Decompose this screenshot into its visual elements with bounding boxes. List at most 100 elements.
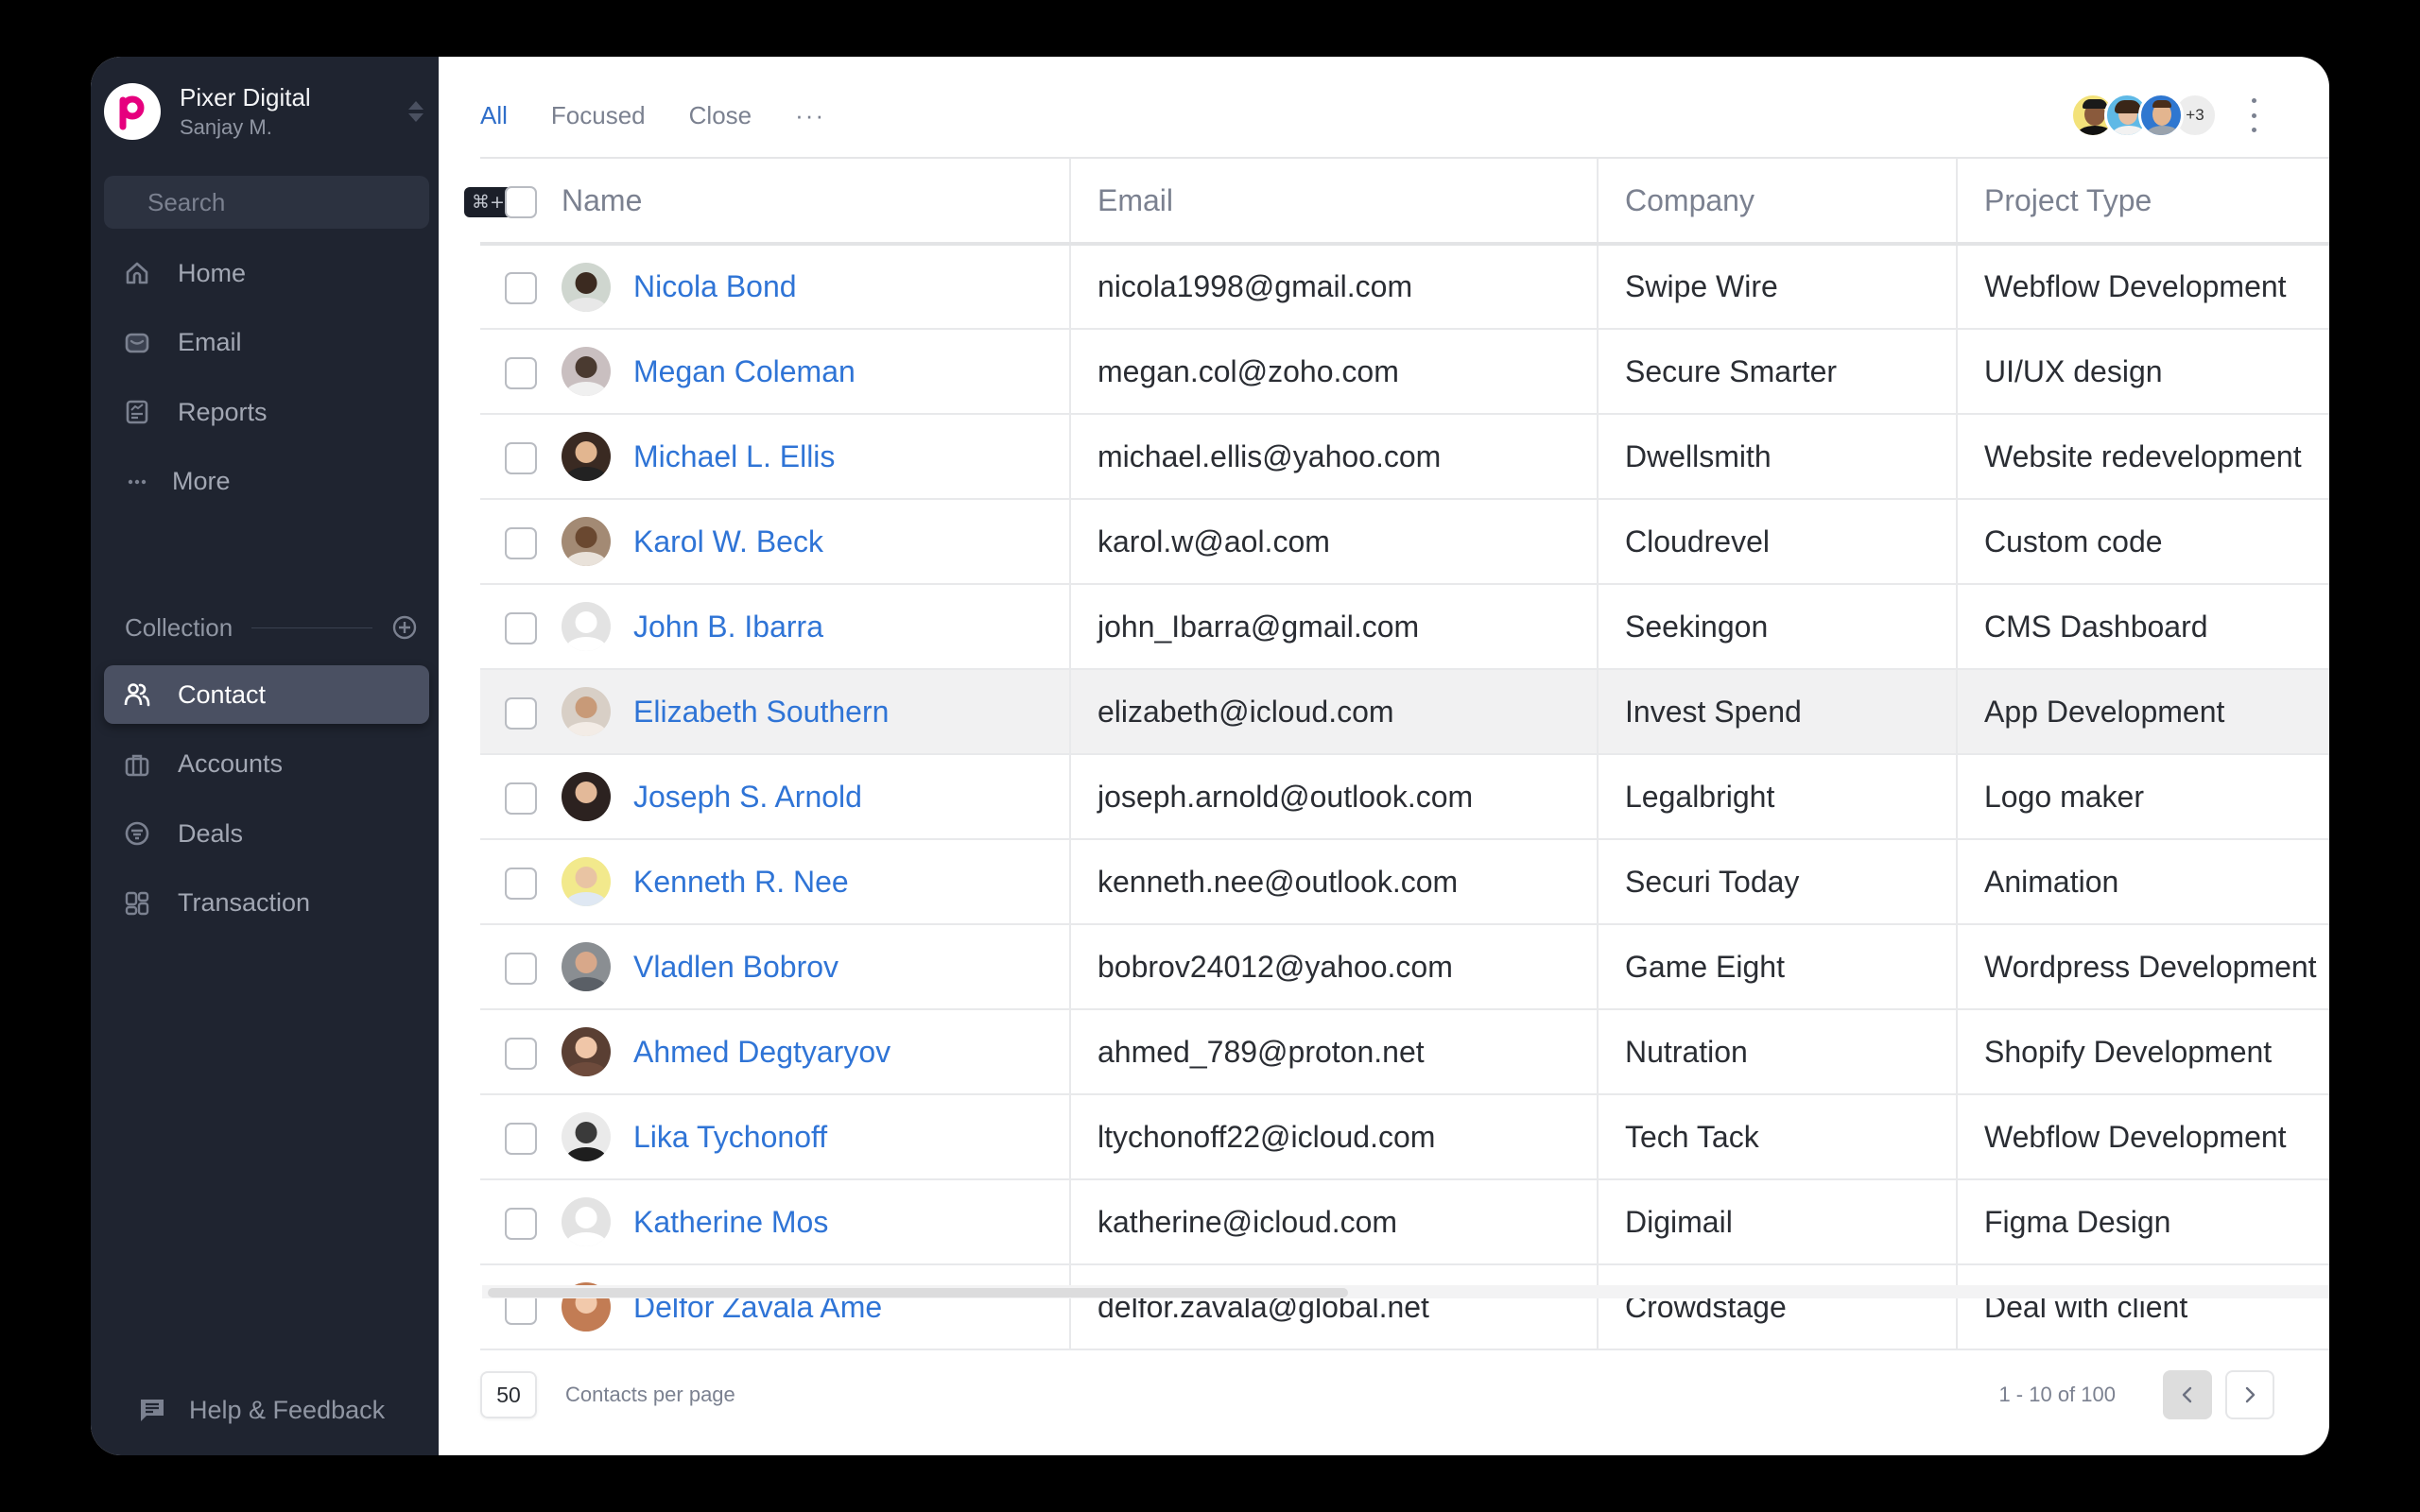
sidebar-item-home[interactable]: Home bbox=[104, 244, 429, 302]
table-row[interactable]: Joseph S. Arnold joseph.arnold@outlook.co… bbox=[480, 754, 2329, 840]
row-checkbox[interactable] bbox=[505, 952, 537, 985]
table-row[interactable]: Vladlen Bobrov bobrov24012@yahoo.com Game … bbox=[480, 924, 2329, 1010]
row-select-cell bbox=[480, 839, 562, 925]
previous-page-button[interactable] bbox=[2163, 1370, 2212, 1419]
sidebar-item-accounts[interactable]: Accounts bbox=[104, 735, 429, 794]
chevron-up-down-icon[interactable] bbox=[406, 101, 425, 122]
name-cell: John B. Ibarra bbox=[562, 584, 1071, 670]
project-type-cell: Webflow Development bbox=[1957, 244, 2329, 330]
more-vertical-icon[interactable] bbox=[2244, 98, 2263, 132]
select-all-checkbox[interactable] bbox=[505, 185, 537, 218]
sidebar-item-contact[interactable]: Contact bbox=[104, 665, 429, 724]
row-checkbox[interactable] bbox=[505, 696, 537, 730]
main-nav: Home Email Reports More bbox=[104, 244, 429, 522]
sidebar-item-reports[interactable]: Reports bbox=[104, 383, 429, 441]
search-input[interactable] bbox=[147, 187, 464, 217]
name-cell: Nicola Bond bbox=[562, 244, 1071, 330]
search-box[interactable]: ⌘+K bbox=[104, 176, 525, 229]
contact-name-link[interactable]: Ahmed Degtyaryov bbox=[633, 1035, 890, 1070]
contact-name-link[interactable]: Joseph S. Arnold bbox=[633, 780, 862, 815]
sidebar-item-label: Deals bbox=[178, 818, 244, 848]
row-checkbox[interactable] bbox=[505, 272, 537, 305]
row-checkbox[interactable] bbox=[505, 356, 537, 389]
sidebar-item-label: Transaction bbox=[178, 888, 311, 917]
contact-name-link[interactable]: Nicola Bond bbox=[633, 269, 797, 304]
help-feedback-button[interactable]: Help & Feedback bbox=[138, 1382, 385, 1438]
name-cell: Lika Tychonoff bbox=[562, 1094, 1071, 1180]
workspace-switcher[interactable]: Pixer Digital Sanjay M. bbox=[104, 77, 425, 146]
table-body: Nicola Bond nicola1998@gmail.com Swipe Wir… bbox=[480, 244, 2329, 1350]
name-cell: Katherine Mos bbox=[562, 1179, 1071, 1265]
project-type-cell: Webflow Development bbox=[1957, 1094, 2329, 1180]
row-checkbox[interactable] bbox=[505, 782, 537, 815]
project-type-cell: CMS Dashboard bbox=[1957, 584, 2329, 670]
name-cell: Karol W. Beck bbox=[562, 499, 1071, 585]
sidebar-item-more[interactable]: More bbox=[104, 453, 429, 511]
table-row[interactable]: Michael L. Ellis michael.ellis@yahoo.com D… bbox=[480, 414, 2329, 500]
contact-name-link[interactable]: Karol W. Beck bbox=[633, 524, 823, 559]
sidebar-item-label: Contact bbox=[178, 679, 267, 709]
avatar-placeholder-icon bbox=[562, 602, 611, 651]
collaborators[interactable]: +3 bbox=[2070, 91, 2218, 140]
row-select-cell bbox=[480, 1094, 562, 1180]
row-select-cell bbox=[480, 1179, 562, 1265]
column-header-email[interactable]: Email bbox=[1070, 159, 1599, 246]
sidebar-item-email[interactable]: Email bbox=[104, 314, 429, 372]
next-page-button[interactable] bbox=[2225, 1370, 2274, 1419]
project-type-cell: Animation bbox=[1957, 839, 2329, 925]
company-cell: Nutration bbox=[1598, 1009, 1958, 1095]
tabs-more-button[interactable]: ··· bbox=[795, 101, 825, 130]
row-checkbox[interactable] bbox=[505, 441, 537, 474]
contact-name-link[interactable]: Vladlen Bobrov bbox=[633, 950, 838, 985]
row-checkbox[interactable] bbox=[505, 1207, 537, 1240]
sidebar-item-transaction[interactable]: Transaction bbox=[104, 874, 429, 933]
table-row[interactable]: Nicola Bond nicola1998@gmail.com Swipe Wir… bbox=[480, 244, 2329, 330]
tab-close[interactable]: Close bbox=[689, 101, 752, 130]
horizontal-scrollbar[interactable] bbox=[482, 1285, 2329, 1298]
report-icon bbox=[123, 398, 151, 426]
tab-all[interactable]: All bbox=[480, 101, 508, 130]
contact-avatar bbox=[562, 857, 611, 906]
add-collection-icon[interactable] bbox=[391, 614, 418, 641]
table-row[interactable]: Elizabeth Southern elizabeth@icloud.com In… bbox=[480, 669, 2329, 755]
contact-name-link[interactable]: Kenneth R. Nee bbox=[633, 865, 849, 900]
per-page-select[interactable]: 50 bbox=[480, 1371, 537, 1418]
row-checkbox[interactable] bbox=[505, 526, 537, 559]
contact-avatar bbox=[562, 942, 611, 991]
contact-name-link[interactable]: Megan Coleman bbox=[633, 354, 856, 389]
column-header-project-type[interactable]: Project Type bbox=[1957, 159, 2329, 246]
scrollbar-thumb[interactable] bbox=[488, 1288, 1348, 1297]
contact-name-link[interactable]: Elizabeth Southern bbox=[633, 695, 889, 730]
column-header-name[interactable]: Name bbox=[562, 159, 1071, 246]
sidebar-item-deals[interactable]: Deals bbox=[104, 804, 429, 863]
company-cell: Invest Spend bbox=[1598, 669, 1958, 755]
collaborator-avatar bbox=[2138, 93, 2184, 138]
project-type-cell: Figma Design bbox=[1957, 1179, 2329, 1265]
table-header-row: Name Email Company Project Type bbox=[480, 159, 2329, 246]
row-select-cell bbox=[480, 1009, 562, 1095]
row-checkbox[interactable] bbox=[505, 867, 537, 900]
column-header-company[interactable]: Company bbox=[1598, 159, 1958, 246]
table-row[interactable]: Katherine Mos katherine@icloud.com Digimai… bbox=[480, 1179, 2329, 1265]
table-row[interactable]: Karol W. Beck karol.w@aol.com Cloudrevel Cu… bbox=[480, 499, 2329, 585]
row-checkbox[interactable] bbox=[505, 611, 537, 644]
contact-name-link[interactable]: John B. Ibarra bbox=[633, 610, 823, 644]
contact-name-link[interactable]: Katherine Mos bbox=[633, 1205, 828, 1240]
app-window: Pixer Digital Sanjay M. ⌘+K Home bbox=[91, 57, 2329, 1455]
contact-name-link[interactable]: Michael L. Ellis bbox=[633, 439, 835, 474]
row-checkbox[interactable] bbox=[505, 1122, 537, 1155]
table-row[interactable]: Delfor Zavala Ame delfor.zavala@global.ne… bbox=[480, 1264, 2329, 1350]
table-row[interactable]: Kenneth R. Nee kenneth.nee@outlook.com Sec… bbox=[480, 839, 2329, 925]
email-cell: nicola1998@gmail.com bbox=[1070, 244, 1599, 330]
row-checkbox[interactable] bbox=[505, 1037, 537, 1070]
table-row[interactable]: Ahmed Degtyaryov ahmed_789@proton.net Nutr… bbox=[480, 1009, 2329, 1095]
tab-focused[interactable]: Focused bbox=[551, 101, 646, 130]
table-row[interactable]: John B. Ibarra john_Ibarra@gmail.com Seeki… bbox=[480, 584, 2329, 670]
table-row[interactable]: Lika Tychonoff ltychonoff22@icloud.com Tec… bbox=[480, 1094, 2329, 1180]
contact-avatar bbox=[562, 432, 611, 481]
table-row[interactable]: Megan Coleman megan.col@zoho.com Secure Sm… bbox=[480, 329, 2329, 415]
name-cell: Vladlen Bobrov bbox=[562, 924, 1071, 1010]
name-cell: Michael L. Ellis bbox=[562, 414, 1071, 500]
contact-name-link[interactable]: Lika Tychonoff bbox=[633, 1120, 827, 1155]
email-cell: megan.col@zoho.com bbox=[1070, 329, 1599, 415]
